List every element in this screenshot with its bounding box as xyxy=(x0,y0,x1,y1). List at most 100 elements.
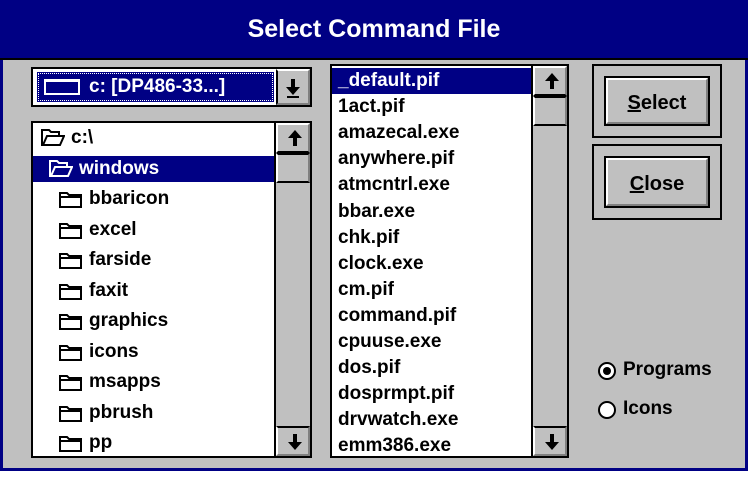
drive-dropdown-button[interactable] xyxy=(276,69,310,105)
directory-item-label: pbrush xyxy=(89,401,154,423)
window-title: Select Command File xyxy=(247,15,501,43)
directory-item-label: excel xyxy=(89,218,137,240)
directory-scroll-thumb[interactable] xyxy=(276,153,310,183)
directory-item-label: farside xyxy=(89,249,152,270)
folder-icon xyxy=(59,282,83,308)
directory-item-label: faxit xyxy=(89,279,129,301)
file-item-label: 1act.pif xyxy=(338,96,405,118)
drive-icon xyxy=(44,79,80,95)
file-item[interactable]: cpuuse.exe xyxy=(332,329,531,355)
folder-icon xyxy=(59,190,83,216)
close-label: lose xyxy=(644,173,685,195)
arrow-up-icon xyxy=(288,130,302,146)
open-folder-icon xyxy=(41,129,66,155)
directory-item-label: c:\ xyxy=(71,127,94,148)
radio-dot xyxy=(603,367,611,375)
file-item[interactable]: clock.exe xyxy=(332,251,531,277)
file-scroll-up-button[interactable] xyxy=(533,66,567,96)
select-label: elect xyxy=(640,92,687,114)
file-scroll-thumb[interactable] xyxy=(533,96,567,126)
programs-label: Programs xyxy=(623,359,712,380)
file-item[interactable]: chk.pif xyxy=(332,225,531,251)
file-item-label: clock.exe xyxy=(338,252,424,274)
directory-item-label: windows xyxy=(79,157,160,179)
file-item[interactable]: _default.pif xyxy=(332,68,531,94)
title-bar[interactable]: Select Command File xyxy=(0,0,748,60)
folder-icon xyxy=(59,343,83,369)
folder-icon xyxy=(59,221,83,247)
close-button[interactable]: Close xyxy=(604,156,710,208)
open-folder-icon xyxy=(49,159,74,186)
file-list[interactable]: _default.pif 1act.pif amazecal.exe anywhere… xyxy=(330,64,569,458)
file-item-label: _default.pif xyxy=(338,70,440,91)
directory-item[interactable]: c:\ xyxy=(33,125,274,151)
file-item-label: emm386.exe xyxy=(338,435,452,457)
file-item-label: cpuuse.exe xyxy=(338,331,442,352)
directory-scroll-down-button[interactable] xyxy=(276,426,310,456)
file-item[interactable]: command.pif xyxy=(332,303,531,329)
file-item-label: anywhere.pif xyxy=(338,148,455,170)
drive-label: c: [DP486-33...] xyxy=(89,76,226,97)
file-item-label: amazecal.exe xyxy=(338,122,460,144)
directory-item[interactable]: windows xyxy=(33,155,274,182)
directory-scrollbar[interactable] xyxy=(274,123,310,456)
directory-item-label: msapps xyxy=(89,371,161,392)
directory-list-items: c:\ windows bbaricon excel farside faxit graph… xyxy=(33,123,274,456)
select-accelerator: S xyxy=(627,92,641,114)
directory-item[interactable]: faxit xyxy=(33,278,274,304)
arrow-down-icon xyxy=(288,434,302,450)
file-scroll-down-button[interactable] xyxy=(533,426,567,456)
directory-item-label: icons xyxy=(89,340,139,362)
file-item[interactable]: drvwatch.exe xyxy=(332,407,531,433)
directory-item[interactable]: msapps xyxy=(33,369,274,395)
close-button-face: Close xyxy=(606,158,708,206)
select-button-face: Select xyxy=(606,78,708,124)
file-item-label: bbar.exe xyxy=(338,200,416,222)
directory-item-label: bbaricon xyxy=(89,188,170,209)
directory-item[interactable]: pp xyxy=(33,430,274,456)
folder-icon xyxy=(59,404,83,430)
chevron-down-icon xyxy=(278,77,308,99)
file-item[interactable]: cm.pif xyxy=(332,277,531,303)
file-scrollbar[interactable] xyxy=(531,66,567,456)
folder-icon xyxy=(59,373,83,399)
directory-item[interactable]: icons xyxy=(33,339,274,365)
folder-icon xyxy=(59,312,83,338)
drive-combo[interactable]: c: [DP486-33...] xyxy=(31,67,312,107)
folder-icon xyxy=(59,434,83,456)
directory-item[interactable]: bbaricon xyxy=(33,186,274,212)
directory-item[interactable]: pbrush xyxy=(33,400,274,426)
file-item[interactable]: dos.pif xyxy=(332,355,531,381)
file-item-label: chk.pif xyxy=(338,226,400,248)
directory-list[interactable]: c:\ windows bbaricon excel farside faxit graph… xyxy=(31,121,312,458)
close-button-frame: Close xyxy=(592,144,722,220)
file-item[interactable]: emm386.exe xyxy=(332,433,531,457)
arrow-down-icon xyxy=(545,434,559,450)
icons-radio-icon xyxy=(598,401,616,419)
file-item[interactable]: amazecal.exe xyxy=(332,120,531,146)
file-item-label: atmcntrl.exe xyxy=(338,174,450,196)
file-item[interactable]: dosprmpt.pif xyxy=(332,381,531,407)
file-item-label: command.pif xyxy=(338,304,457,326)
select-button[interactable]: Select xyxy=(604,76,710,126)
select-command-file-dialog: Select Command File c: [DP486-33...] c:\… xyxy=(0,0,748,471)
directory-item[interactable]: graphics xyxy=(33,308,274,334)
directory-scroll-up-button[interactable] xyxy=(276,123,310,153)
file-item[interactable]: 1act.pif xyxy=(332,94,531,120)
file-item-label: drvwatch.exe xyxy=(338,409,459,431)
programs-radio-icon xyxy=(598,362,616,380)
file-item[interactable]: atmcntrl.exe xyxy=(332,172,531,198)
directory-item-label: pp xyxy=(89,432,113,453)
directory-item[interactable]: excel xyxy=(33,217,274,243)
directory-item[interactable]: farside xyxy=(33,247,274,273)
select-button-frame: Select xyxy=(592,64,722,138)
file-item[interactable]: anywhere.pif xyxy=(332,146,531,172)
drive-selection: c: [DP486-33...] xyxy=(37,72,274,102)
file-item-label: dos.pif xyxy=(338,357,401,379)
arrow-up-icon xyxy=(545,73,559,89)
folder-icon xyxy=(59,251,83,277)
icons-label: Icons xyxy=(623,398,673,419)
file-list-items: _default.pif 1act.pif amazecal.exe anywhere… xyxy=(332,66,531,456)
file-item[interactable]: bbar.exe xyxy=(332,199,531,225)
close-accelerator: C xyxy=(629,173,645,195)
